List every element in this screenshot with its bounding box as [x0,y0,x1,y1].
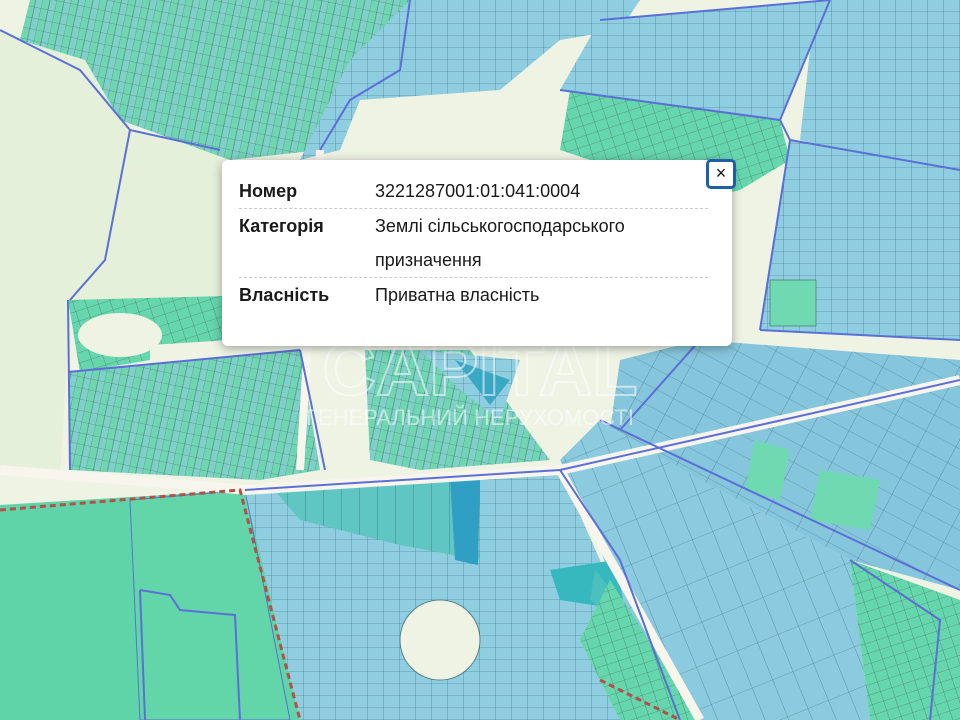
popup-row-number: Номер 3221287001:01:041:0004 [239,174,708,209]
watermark-tagline: ГЕНЕРАЛЬНИЙ НЕРУХОМОСТІ [306,405,634,430]
close-icon: × [715,163,727,183]
cadastral-map[interactable]: CAPITAL ГЕНЕРАЛЬНИЙ НЕРУХОМОСТІ [0,0,960,720]
row-key: Категорія [239,216,324,236]
parcel-category: Землі сільськогосподарського призначення [375,216,625,270]
row-key: Номер [239,181,298,201]
close-button[interactable]: × [706,159,736,189]
popup-row-ownership: Власність Приватна власність [239,278,708,312]
row-key: Власність [239,285,330,305]
close-button-wrap: × [700,159,736,198]
parcel-info-popup: Номер 3221287001:01:041:0004 Категорія З… [222,160,732,346]
popup-row-category: Категорія Землі сільськогосподарського п… [239,209,708,278]
parcel-ownership: Приватна власність [375,285,540,305]
parcel-number: 3221287001:01:041:0004 [375,181,581,201]
